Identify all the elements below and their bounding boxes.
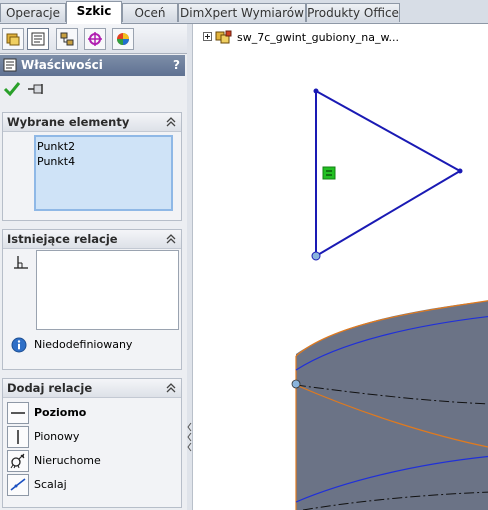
property-manager-title: Właściwości: [21, 58, 103, 72]
vertex-point: [291, 379, 301, 389]
model-viewport[interactable]: [193, 24, 488, 510]
command-manager-tabs: Operacje Szkic Oceń DimXpert Wymiarów Pr…: [0, 0, 488, 24]
add-relation-label: Pionowy: [34, 430, 80, 443]
ok-check-icon[interactable]: [3, 81, 21, 100]
sketch-point-top: [313, 88, 319, 94]
part-name: sw_7c_gwint_gubiony_na_w...: [237, 31, 399, 44]
collapse-chevron-icon[interactable]: [165, 382, 177, 394]
property-manager-icon[interactable]: [27, 28, 49, 50]
definition-status: Niedodefiniowany: [34, 338, 133, 351]
selected-entities-list[interactable]: Punkt2 Punkt4: [34, 135, 173, 211]
add-relations-group: Dodaj relacje Poziomo Pionowy Nieruchome: [2, 378, 182, 508]
add-relations-title[interactable]: Dodaj relacje: [3, 379, 181, 398]
tree-expand-icon[interactable]: [203, 32, 212, 41]
add-relation-label: Nieruchome: [34, 454, 101, 467]
property-manager-panel: Właściwości ? Wybrane elementy Punkt2 Pu…: [0, 24, 188, 510]
properties-icon: [3, 58, 17, 79]
tab-operacje[interactable]: Operacje: [0, 3, 66, 22]
manager-tab-bar: [0, 24, 187, 54]
list-item[interactable]: Punkt2: [37, 139, 170, 154]
ok-cancel-row: [0, 79, 185, 101]
equal-relation-marker: [322, 166, 336, 180]
tab-produkty-office[interactable]: Produkty Office: [306, 3, 400, 22]
sketch-point-bottom: [311, 251, 321, 261]
help-button[interactable]: ?: [173, 55, 180, 76]
feature-manager-icon[interactable]: [2, 28, 24, 50]
info-icon: [11, 337, 27, 356]
existing-relations-list[interactable]: [36, 250, 179, 330]
horizontal-relation-icon[interactable]: [7, 402, 29, 424]
collapse-chevron-icon[interactable]: [165, 233, 177, 245]
existing-relations-group: Istniejące relacje Niedodefiniowany: [2, 229, 182, 370]
pushpin-icon[interactable]: [27, 82, 47, 99]
selected-elements-title[interactable]: Wybrane elementy: [3, 113, 181, 132]
selected-elements-group: Wybrane elementy Punkt2 Punkt4: [2, 112, 182, 221]
add-relation-label: Scalaj: [34, 478, 67, 491]
selected-elements-label: Wybrane elementy: [7, 115, 130, 129]
fix-relation-icon[interactable]: [7, 450, 29, 472]
graphics-area[interactable]: sw_7c_gwint_gubiony_na_w...: [193, 24, 488, 510]
tab-dimxpert[interactable]: DimXpert Wymiarów: [178, 3, 306, 22]
dimxpert-manager-icon[interactable]: [84, 28, 106, 50]
existing-relations-title[interactable]: Istniejące relacje: [3, 230, 181, 249]
sketch-line-lower: [315, 170, 461, 257]
sketch-line-upper: [315, 90, 461, 172]
merge-relation-icon[interactable]: [7, 474, 29, 496]
add-relation-label: Poziomo: [34, 406, 87, 419]
splitter-grip-icon[interactable]: [187, 419, 192, 455]
relations-icon: [12, 253, 30, 274]
existing-relations-label: Istniejące relacje: [7, 232, 118, 246]
collapse-chevron-icon[interactable]: [165, 116, 177, 128]
tab-ocen[interactable]: Oceń: [122, 3, 178, 22]
add-relations-label: Dodaj relacje: [7, 381, 93, 395]
sketch-point-right: [457, 168, 463, 174]
part-icon: [215, 30, 232, 44]
display-manager-icon[interactable]: [112, 28, 134, 50]
configuration-manager-icon[interactable]: [56, 28, 78, 50]
tab-szkic[interactable]: Szkic: [66, 1, 122, 24]
list-item[interactable]: Punkt4: [37, 154, 170, 169]
vertical-relation-icon[interactable]: [7, 426, 29, 448]
property-manager-header: Właściwości ?: [0, 55, 185, 76]
cylinder-body: [296, 300, 488, 510]
